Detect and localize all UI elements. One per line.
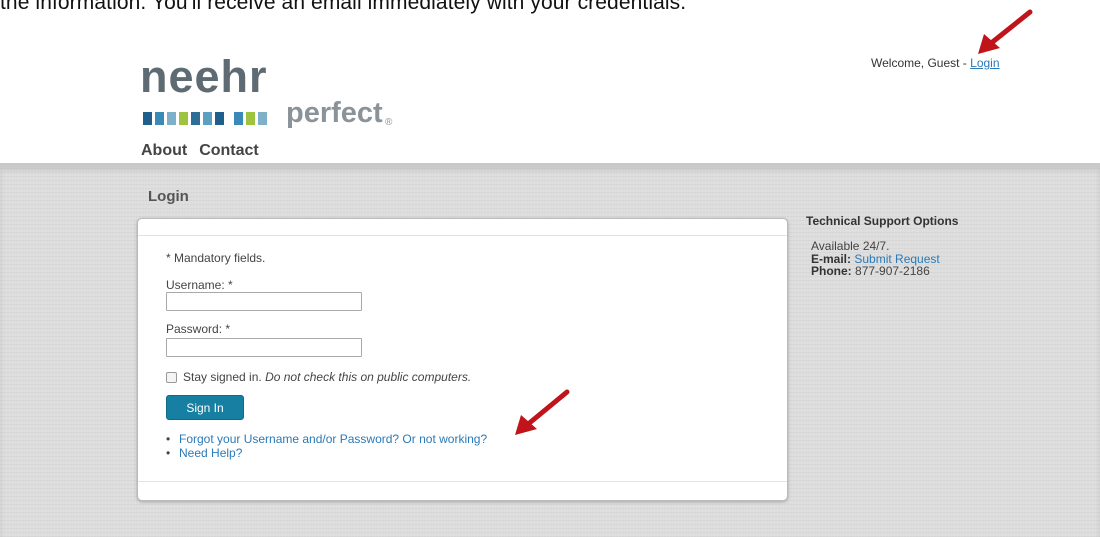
list-item: • Need Help? (166, 446, 487, 460)
password-field[interactable] (166, 338, 362, 357)
welcome-message: Welcome, Guest - Login (871, 56, 1000, 70)
support-details: Available 24/7. E-mail: Submit Request P… (811, 240, 1006, 278)
nav-about-link[interactable]: About (141, 142, 187, 160)
mandatory-fields-note: * Mandatory fields. (166, 251, 266, 265)
main-nav: About Contact (141, 142, 259, 160)
panel-header-divider (138, 235, 787, 236)
welcome-text: Welcome, Guest - (871, 56, 971, 70)
panel-footer-divider (138, 481, 787, 482)
logo-block (167, 112, 176, 125)
username-field[interactable] (166, 292, 362, 311)
support-phone-row: Phone: 877-907-2186 (811, 265, 1006, 278)
username-label: Username: * (166, 278, 233, 292)
document-instruction-text: the information. You'll receive an email… (0, 0, 687, 14)
need-help-link[interactable]: Need Help? (179, 446, 242, 460)
help-links-list: • Forgot your Username and/or Password? … (166, 432, 487, 460)
neehr-perfect-logo[interactable]: neehr perfect ® (140, 50, 400, 140)
support-phone-label: Phone: (811, 264, 852, 278)
logo-block (191, 112, 200, 125)
support-title: Technical Support Options (806, 214, 959, 228)
annotation-arrow-icon (515, 389, 570, 435)
bullet-icon: • (166, 446, 171, 460)
public-computer-warning: Do not check this on public computers. (265, 370, 472, 384)
sign-in-button[interactable]: Sign In (166, 395, 244, 420)
stay-signed-in-checkbox[interactable] (166, 371, 177, 383)
stay-signed-in-text: Stay signed in. (183, 370, 262, 384)
logo-block-gap (227, 112, 231, 125)
support-phone-number: 877-907-2186 (855, 264, 930, 278)
password-label: Password: * (166, 322, 231, 336)
nav-contact-link[interactable]: Contact (199, 142, 259, 160)
logo-block (215, 112, 224, 125)
technical-support-section: Technical Support Options Available 24/7… (806, 214, 1006, 278)
logo-block (179, 112, 188, 125)
login-panel: * Mandatory fields. Username: * Password… (137, 218, 788, 501)
logo-block (234, 112, 243, 125)
list-item: • Forgot your Username and/or Password? … (166, 432, 487, 446)
stay-signed-in-row: Stay signed in. Do not check this on pub… (166, 370, 471, 384)
page-title: Login (148, 188, 189, 205)
forgot-credentials-link[interactable]: Forgot your Username and/or Password? Or… (179, 432, 487, 446)
logo-block (203, 112, 212, 125)
stay-signed-in-label: Stay signed in. Do not check this on pub… (183, 370, 471, 384)
header-login-link[interactable]: Login (970, 56, 999, 70)
registered-mark: ® (385, 117, 393, 128)
logo-block (258, 112, 267, 125)
bullet-icon: • (166, 432, 171, 446)
annotation-arrow-icon (978, 9, 1033, 54)
logo-block (246, 112, 255, 125)
logo-block (155, 112, 164, 125)
logo-color-blocks (143, 112, 267, 125)
logo-wordmark: neehr (140, 51, 268, 102)
logo-block (143, 112, 152, 125)
logo-subtitle: perfect (286, 97, 383, 129)
